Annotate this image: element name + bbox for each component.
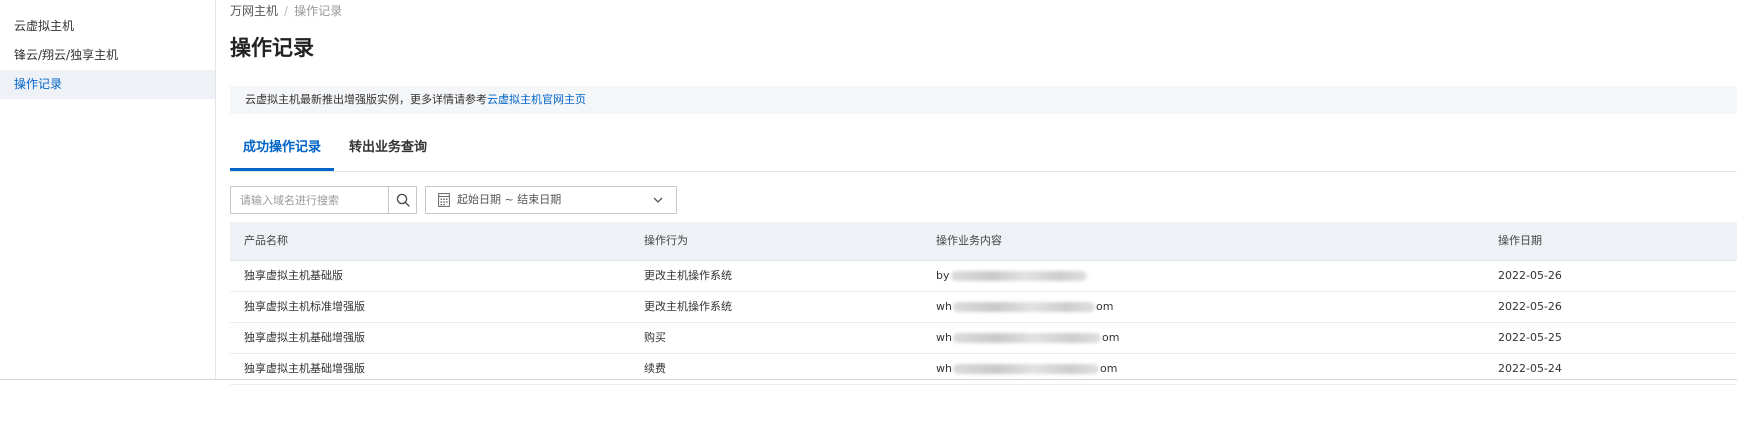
search-box [230,186,417,214]
masked-domain [952,302,1095,312]
masked-domain [952,333,1101,343]
sidebar-item-dedicated-host[interactable]: 锋云/翔云/独享主机 [0,41,215,70]
main-content: 万网主机 / 操作记录 操作记录 云虚拟主机最新推出增强版实例，更多详情请参考云虚拟… [216,0,1737,385]
sidebar-item-cloud-virtual-host[interactable]: 云虚拟主机 [0,12,215,41]
cell-content: wh om [936,323,1119,353]
cell-product: 独享虚拟主机基础增强版 [244,331,365,344]
column-header-date: 操作日期 [1498,234,1542,247]
table-header: 产品名称 操作行为 操作业务内容 操作日期 [230,222,1737,261]
tab-bar: 成功操作记录 转出业务查询 [230,130,1737,172]
cell-date: 2022-05-25 [1498,331,1562,344]
chevron-down-icon [653,197,663,203]
date-range-picker[interactable]: 起始日期 ~ 结束日期 [425,186,677,214]
column-header-action: 操作行为 [644,234,688,247]
date-range-text: 起始日期 ~ 结束日期 [457,193,562,206]
column-header-content: 操作业务内容 [936,234,1002,247]
notice-text: 云虚拟主机最新推出增强版实例，更多详情请参考 [245,93,487,106]
breadcrumb-current: 操作记录 [294,4,343,18]
notice-banner: 云虚拟主机最新推出增强版实例，更多详情请参考云虚拟主机官网主页 [230,86,1737,114]
cell-content-prefix: wh [936,300,952,313]
cell-content-prefix: wh [936,331,952,344]
cell-content-suffix: om [1099,362,1118,375]
tab-success-records[interactable]: 成功操作记录 [230,130,334,171]
cell-content-prefix: wh [936,362,952,375]
notice-link[interactable]: 云虚拟主机官网主页 [487,93,586,106]
calendar-icon [438,193,450,207]
cell-content-prefix: by [936,269,950,282]
cell-date: 2022-05-26 [1498,300,1562,313]
cell-action: 更改主机操作系统 [644,269,732,282]
table-row: 独享虚拟主机基础增强版 续费 wh om 2022-05-24 [230,354,1737,385]
sidebar: 云虚拟主机 锋云/翔云/独享主机 操作记录 [0,0,216,380]
cell-action: 更改主机操作系统 [644,300,732,313]
search-input[interactable] [231,187,388,213]
cell-content: wh om [936,292,1113,322]
bottom-divider [0,379,1737,380]
sidebar-item-operation-records[interactable]: 操作记录 [0,70,215,99]
table-row: 独享虚拟主机标准增强版 更改主机操作系统 wh om 2022-05-26 [230,292,1737,323]
masked-domain [952,364,1099,374]
search-button[interactable] [388,187,417,213]
cell-content-suffix: om [1095,300,1114,313]
cell-product: 独享虚拟主机基础版 [244,269,343,282]
cell-content-suffix: om [1101,331,1120,344]
cell-date: 2022-05-26 [1498,269,1562,282]
tab-transfer-query[interactable]: 转出业务查询 [348,130,428,168]
page-title: 操作记录 [230,36,314,60]
records-table: 产品名称 操作行为 操作业务内容 操作日期 独享虚拟主机基础版 更改主机操作系统… [230,222,1737,385]
breadcrumb: 万网主机 / 操作记录 [230,3,342,19]
table-row: 独享虚拟主机基础增强版 购买 wh om 2022-05-25 [230,323,1737,354]
cell-product: 独享虚拟主机标准增强版 [244,300,365,313]
search-icon [396,193,410,207]
masked-domain [950,271,1087,281]
breadcrumb-root-link[interactable]: 万网主机 [230,4,278,18]
cell-content: by [936,261,1088,291]
column-header-product: 产品名称 [244,234,288,247]
cell-action: 购买 [644,331,666,344]
breadcrumb-separator: / [284,4,289,18]
table-row: 独享虚拟主机基础版 更改主机操作系统 by 2022-05-26 [230,261,1737,292]
